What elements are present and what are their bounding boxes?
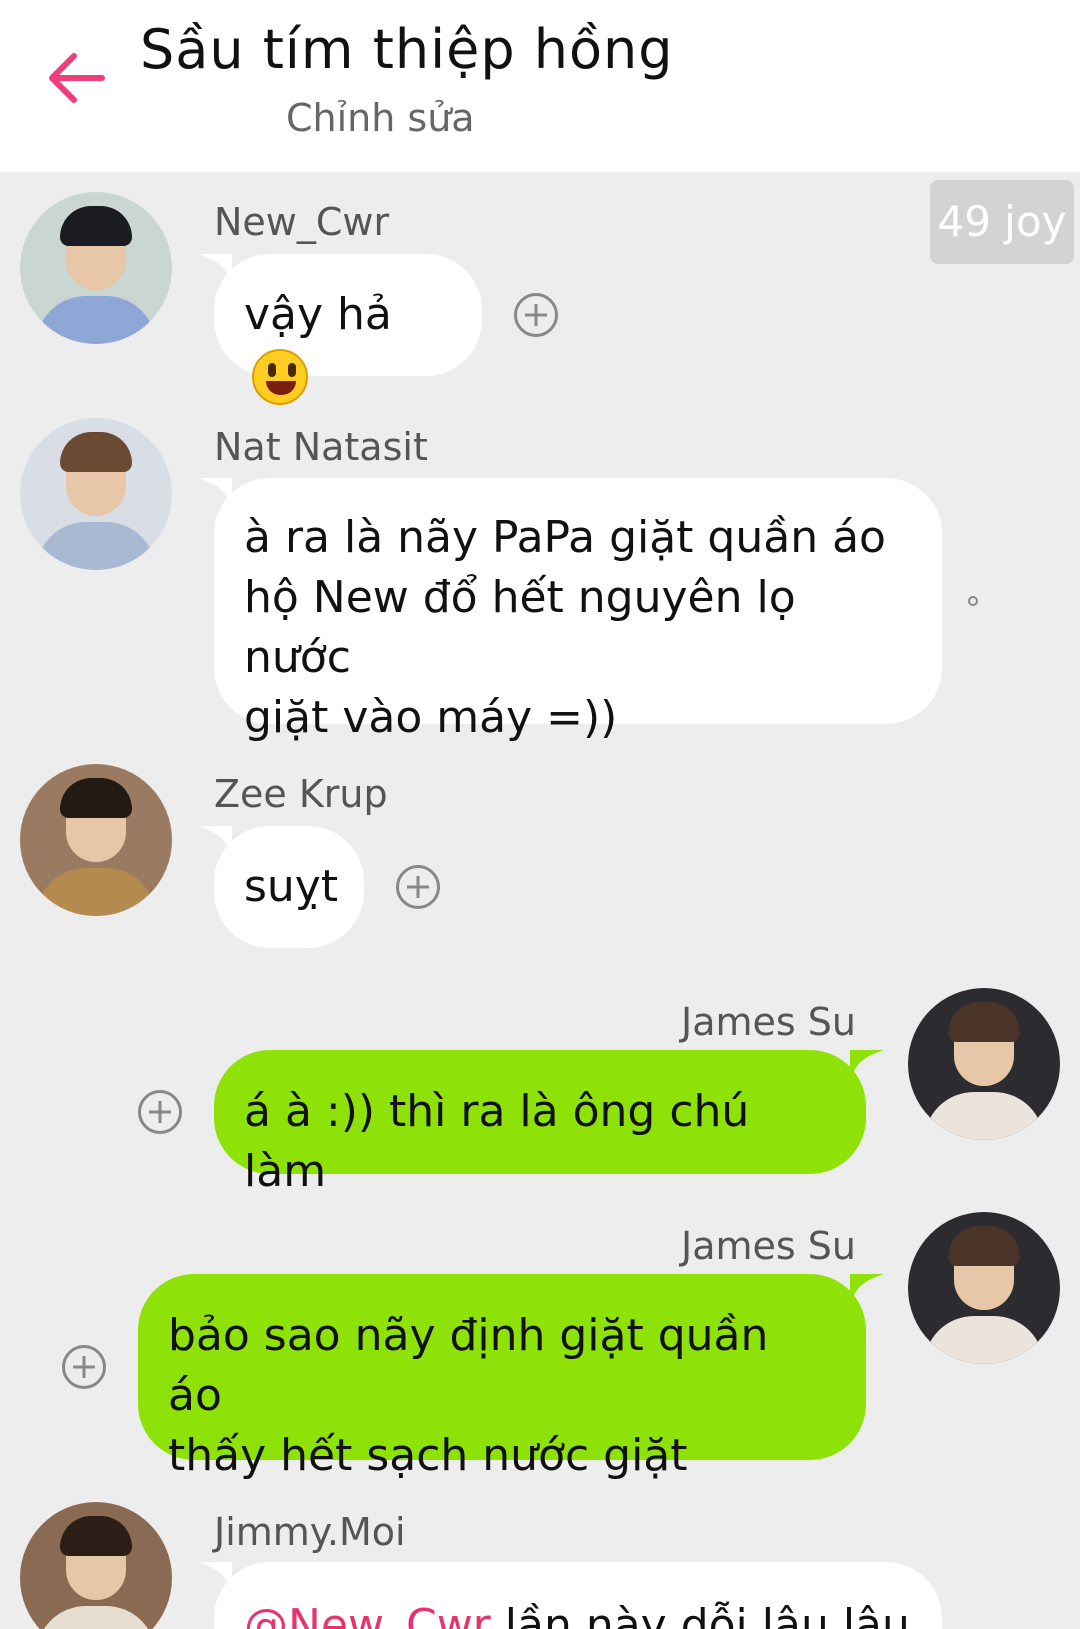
sender-name: Nat Natasit: [214, 425, 428, 469]
add-reaction-button[interactable]: [396, 865, 440, 909]
sender-name: James Su: [681, 1224, 856, 1268]
sender-name: New_Cwr: [214, 200, 390, 244]
message-bubble[interactable]: à ra là nãy PaPa giặt quần áo hộ New đổ …: [214, 478, 942, 743]
mention-link[interactable]: @New_Cwr: [244, 1600, 491, 1629]
add-reaction-button[interactable]: [138, 1090, 182, 1134]
add-reaction-button[interactable]: [514, 293, 558, 337]
sender-name: Jimmy.Moi: [214, 1510, 406, 1554]
avatar-zee-krup[interactable]: [20, 764, 172, 916]
sender-name: Zee Krup: [214, 772, 388, 816]
message-bubble[interactable]: bảo sao nãy định giặt quần áo thấy hết s…: [138, 1274, 866, 1481]
message-line: bảo sao nãy định giặt quần áo: [168, 1310, 769, 1421]
message-line: hộ New đổ hết nguyên lọ nước: [244, 572, 796, 683]
message-line: à ra là nãy PaPa giặt quần áo: [244, 512, 886, 563]
message-bubble[interactable]: á à :)) thì ra là ông chú làm: [214, 1050, 866, 1197]
message-line: thấy hết sạch nước giặt: [168, 1430, 688, 1481]
chat-header: Sầu tím thiệp hồng Chỉnh sửa: [0, 0, 1080, 172]
message-text: lần này dỗi lâu lâu: [490, 1600, 910, 1629]
message-text: suỵt: [244, 861, 339, 912]
message-text: á à :)) thì ra là ông chú làm: [244, 1086, 750, 1197]
message-bubble[interactable]: vậy hả: [214, 254, 482, 405]
avatar-new-cwr[interactable]: [20, 192, 172, 344]
sender-name: James Su: [681, 1000, 856, 1044]
back-arrow-icon[interactable]: [44, 46, 108, 110]
avatar-james-su[interactable]: [908, 1212, 1060, 1364]
message-text: vậy hả: [244, 289, 392, 340]
message-line: giặt vào máy =)): [244, 692, 618, 743]
read-indicator: [968, 596, 978, 606]
message-bubble[interactable]: suỵt: [214, 826, 364, 948]
chat-title: Sầu tím thiệp hồng: [140, 18, 674, 81]
avatar-james-su[interactable]: [908, 988, 1060, 1140]
grinning-face-emoji: [252, 349, 308, 405]
edit-subtitle[interactable]: Chỉnh sửa: [286, 96, 475, 140]
message-bubble[interactable]: @New_Cwr lần này dỗi lâu lâu: [214, 1562, 942, 1629]
add-reaction-button[interactable]: [62, 1345, 106, 1389]
avatar-jimmy-moi[interactable]: [20, 1502, 172, 1629]
avatar-nat-natasit[interactable]: [20, 418, 172, 570]
timer-badge: 49 joy: [930, 180, 1074, 264]
